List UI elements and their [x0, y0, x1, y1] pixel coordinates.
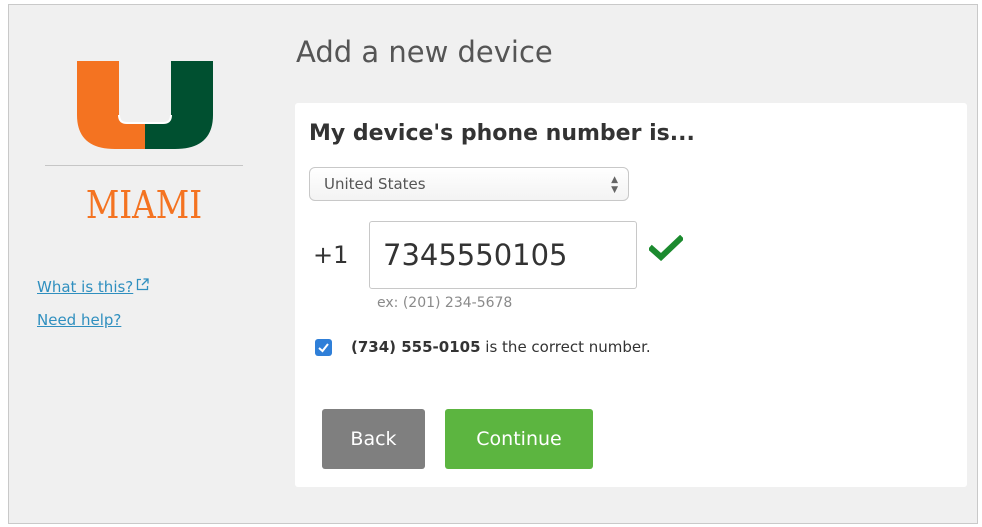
- school-name: MIAMI: [85, 183, 203, 227]
- checkbox-check-icon: [318, 343, 329, 353]
- page-title: Add a new device: [296, 35, 553, 69]
- continue-button[interactable]: Continue: [445, 409, 593, 469]
- phone-example-hint: ex: (201) 234-5678: [377, 295, 513, 311]
- add-device-card: My device's phone number is... United St…: [295, 103, 967, 487]
- country-select[interactable]: United States ▲ ▼: [309, 167, 629, 201]
- what-is-this-label: What is this?: [37, 278, 134, 296]
- need-help-link[interactable]: Need help?: [37, 311, 121, 329]
- country-select-value: United States: [324, 175, 426, 193]
- select-arrows-icon: ▲ ▼: [611, 175, 618, 195]
- what-is-this-link[interactable]: What is this?: [37, 277, 149, 296]
- confirm-number-label: (734) 555-0105 is the correct number.: [351, 338, 651, 356]
- sidebar-divider: [45, 165, 243, 166]
- confirm-number-checkbox[interactable]: [315, 339, 332, 356]
- university-logo: [75, 57, 215, 149]
- confirm-number-suffix: is the correct number.: [480, 338, 651, 356]
- confirm-number-value: (734) 555-0105: [351, 338, 481, 356]
- external-link-icon: [136, 277, 149, 295]
- back-button[interactable]: Back: [322, 409, 425, 469]
- sidebar: MIAMI What is this? Need help?: [9, 5, 279, 523]
- country-code: +1: [313, 241, 349, 269]
- check-icon: [647, 234, 685, 265]
- phone-number-heading: My device's phone number is...: [309, 121, 695, 146]
- phone-number-input[interactable]: [369, 221, 637, 289]
- u-logo-icon: [77, 61, 213, 149]
- app-frame: MIAMI What is this? Need help? Add a new…: [8, 4, 978, 524]
